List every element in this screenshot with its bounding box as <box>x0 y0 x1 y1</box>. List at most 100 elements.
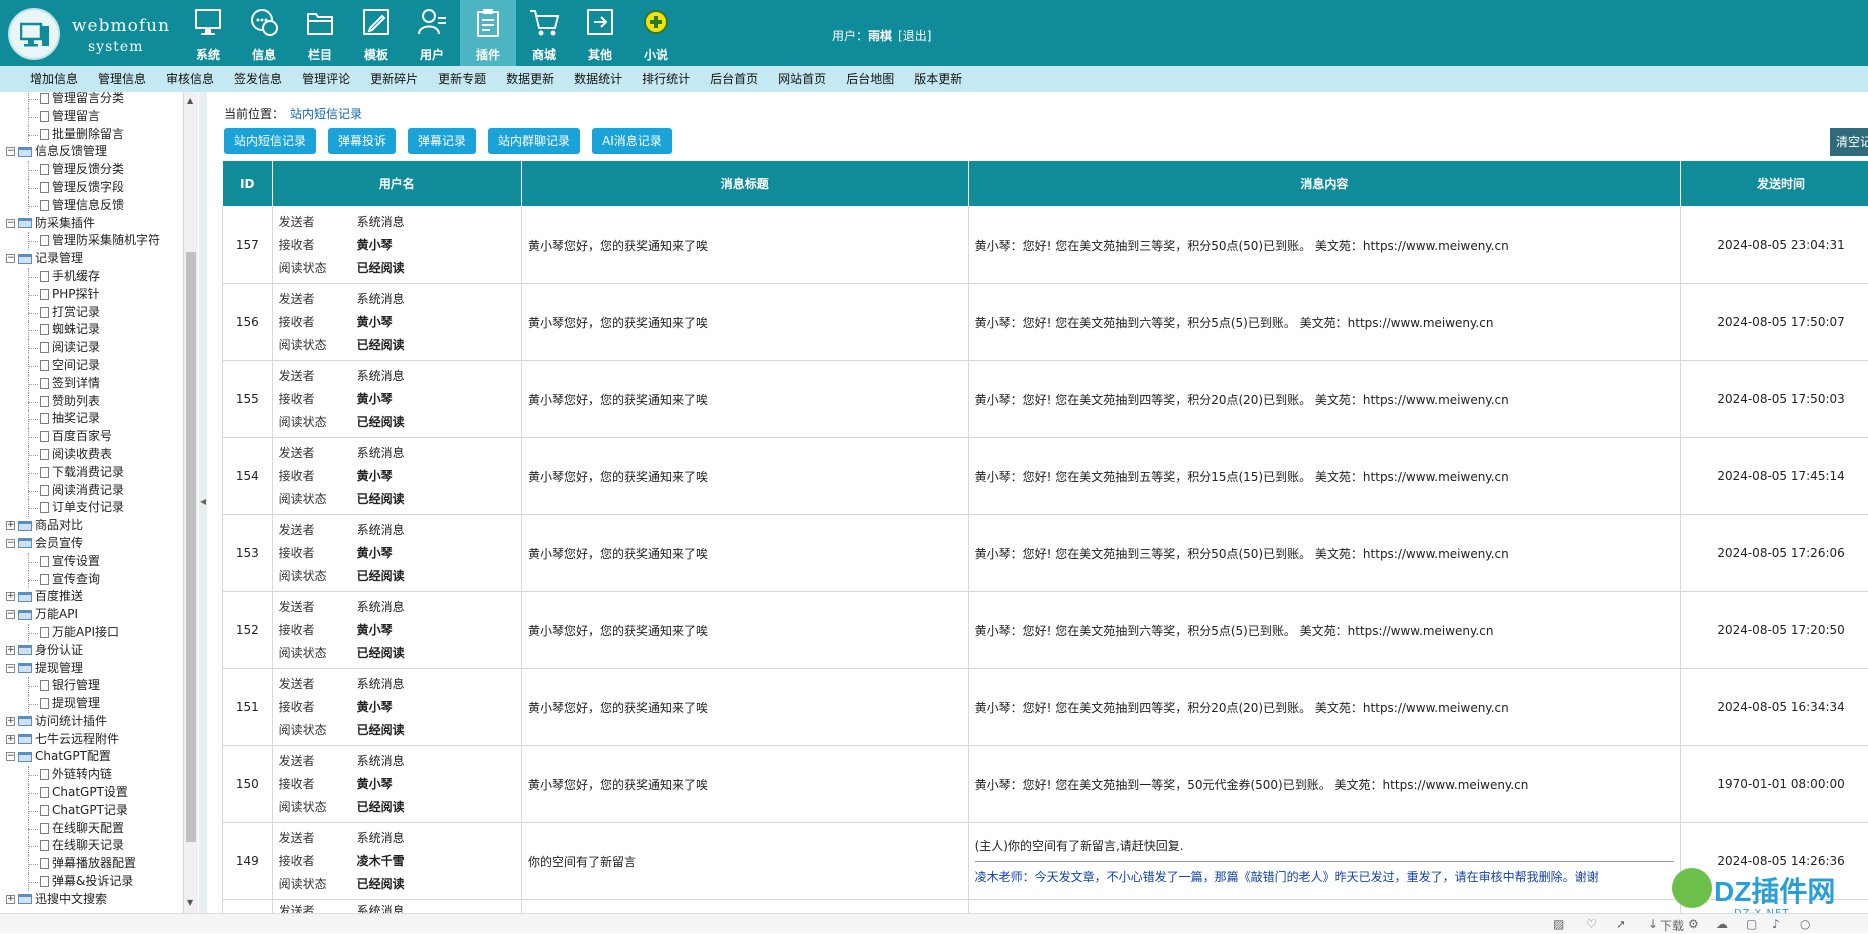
nav-monitor[interactable]: 系统 <box>180 0 236 66</box>
download-label[interactable]: 下载 <box>1660 917 1684 934</box>
tree-group[interactable]: +商品对比 <box>6 517 176 535</box>
tree-item[interactable]: 赞助列表 <box>6 393 176 411</box>
tree-item[interactable]: 管理留言 <box>6 108 176 126</box>
scroll-up-icon[interactable]: ▲ <box>187 96 193 105</box>
settings-icon[interactable]: ⚙ <box>1688 917 1699 931</box>
subnav-item[interactable]: 增加信息 <box>20 66 88 92</box>
subnav-item[interactable]: 后台首页 <box>700 66 768 92</box>
subnav-item[interactable]: 排行统计 <box>632 66 700 92</box>
subnav-item[interactable]: 数据统计 <box>564 66 632 92</box>
subnav-item[interactable]: 签发信息 <box>224 66 292 92</box>
nav-plus-badge[interactable]: 小说 <box>628 0 684 66</box>
sidebar-scrollbar[interactable]: ▲ ▼ <box>184 92 198 913</box>
breadcrumb-link[interactable]: 站内短信记录 <box>290 107 362 121</box>
expand-icon[interactable]: + <box>6 735 15 744</box>
tree-item[interactable]: 管理反馈分类 <box>6 161 176 179</box>
collapse-icon[interactable]: − <box>6 610 15 619</box>
expand-icon[interactable]: + <box>6 646 15 655</box>
tree-item[interactable]: 银行管理 <box>6 677 176 695</box>
tree-item[interactable]: PHP探针 <box>6 286 176 304</box>
tree-group[interactable]: −提现管理 <box>6 660 176 678</box>
tree-item[interactable]: 宣传设置 <box>6 553 176 571</box>
tree-item[interactable]: 手机缓存 <box>6 268 176 286</box>
heart-icon[interactable]: ♡ <box>1586 917 1597 931</box>
collapse-icon[interactable]: − <box>6 219 15 228</box>
tree-item[interactable]: ChatGPT记录 <box>6 802 176 820</box>
tree-item[interactable]: 弹幕&投诉记录 <box>6 873 176 891</box>
tree-group[interactable]: +迅搜中文搜索 <box>6 891 176 909</box>
record-type-button[interactable]: AI消息记录 <box>592 128 672 154</box>
tree-item[interactable]: 管理反馈字段 <box>6 179 176 197</box>
tree-item[interactable]: 百度百家号 <box>6 428 176 446</box>
expand-icon[interactable]: + <box>6 895 15 904</box>
tree-group[interactable]: −ChatGPT配置 <box>6 748 176 766</box>
expand-icon[interactable]: + <box>6 717 15 726</box>
collapse-icon[interactable]: − <box>6 539 15 548</box>
tree-group[interactable]: −记录管理 <box>6 250 176 268</box>
scroll-down-icon[interactable]: ▼ <box>187 898 193 907</box>
tree-item[interactable]: 批量删除留言 <box>6 126 176 144</box>
subnav-item[interactable]: 更新碎片 <box>360 66 428 92</box>
nav-cart[interactable]: 商城 <box>516 0 572 66</box>
tree-item[interactable]: 万能API接口 <box>6 624 176 642</box>
tree-item[interactable]: 抽奖记录 <box>6 410 176 428</box>
subnav-item[interactable]: 更新专题 <box>428 66 496 92</box>
subnav-item[interactable]: 管理评论 <box>292 66 360 92</box>
rocket-icon[interactable]: ➚ <box>1616 917 1626 931</box>
tree-group[interactable]: +七牛云远程附件 <box>6 731 176 749</box>
volume-icon[interactable]: ♪ <box>1772 917 1780 931</box>
subnav-item[interactable]: 网站首页 <box>768 66 836 92</box>
subnav-item[interactable]: 后台地图 <box>836 66 904 92</box>
tree-item[interactable]: 宣传查询 <box>6 571 176 589</box>
tree-item[interactable]: 外链转内链 <box>6 766 176 784</box>
nav-user[interactable]: 用户 <box>404 0 460 66</box>
sidebar-collapse-handle[interactable]: ◀ <box>199 92 207 913</box>
tree-group[interactable]: +身份认证 <box>6 642 176 660</box>
collapse-icon[interactable]: − <box>6 147 15 156</box>
record-type-button[interactable]: 站内短信记录 <box>224 128 316 154</box>
collapse-icon[interactable]: − <box>6 254 15 263</box>
nav-pen[interactable]: 模板 <box>348 0 404 66</box>
tree-item[interactable]: ChatGPT设置 <box>6 784 176 802</box>
tree-group[interactable]: −防采集插件 <box>6 215 176 233</box>
tree-group[interactable]: +百度推送 <box>6 588 176 606</box>
logout-link[interactable]: [退出] <box>898 29 931 43</box>
image-icon[interactable]: ▨ <box>1553 917 1564 931</box>
tree-item[interactable]: 空间记录 <box>6 357 176 375</box>
brand-logo[interactable]: webmofun system <box>8 8 158 60</box>
tree-item[interactable]: 在线聊天记录 <box>6 837 176 855</box>
tree-item[interactable]: 管理信息反馈 <box>6 197 176 215</box>
expand-icon[interactable]: + <box>6 592 15 601</box>
collapse-icon[interactable]: − <box>6 752 15 761</box>
tree-group[interactable]: −信息反馈管理 <box>6 143 176 161</box>
search-icon[interactable]: ○ <box>1800 917 1810 931</box>
collapse-left-icon[interactable]: ◀ <box>200 497 206 506</box>
cloud-icon[interactable]: ☁ <box>1716 917 1728 931</box>
record-type-button[interactable]: 站内群聊记录 <box>488 128 580 154</box>
download-icon[interactable]: ↓ <box>1648 917 1658 931</box>
tree-item[interactable]: 管理留言分类 <box>6 92 176 108</box>
collapse-icon[interactable]: − <box>6 664 15 673</box>
tree-item[interactable]: 阅读消费记录 <box>6 482 176 500</box>
tree-item[interactable]: 下载消费记录 <box>6 464 176 482</box>
tree-item[interactable]: 阅读收费表 <box>6 446 176 464</box>
tree-item[interactable]: 蜘蛛记录 <box>6 321 176 339</box>
window-icon[interactable]: ▢ <box>1746 917 1757 931</box>
subnav-item[interactable]: 管理信息 <box>88 66 156 92</box>
tree-item[interactable]: 管理防采集随机字符 <box>6 232 176 250</box>
expand-icon[interactable]: + <box>6 521 15 530</box>
tree-item[interactable]: 订单支付记录 <box>6 499 176 517</box>
subnav-item[interactable]: 审核信息 <box>156 66 224 92</box>
tree-group[interactable]: +访问统计插件 <box>6 713 176 731</box>
record-type-button[interactable]: 弹幕记录 <box>408 128 476 154</box>
tree-item[interactable]: 阅读记录 <box>6 339 176 357</box>
tree-group[interactable]: −会员宣传 <box>6 535 176 553</box>
subnav-item[interactable]: 数据更新 <box>496 66 564 92</box>
tree-item[interactable]: 在线聊天配置 <box>6 820 176 838</box>
clear-records-button[interactable]: 清空记 <box>1830 128 1868 156</box>
nav-folder[interactable]: 栏目 <box>292 0 348 66</box>
record-type-button[interactable]: 弹幕投诉 <box>328 128 396 154</box>
nav-chat[interactable]: 信息 <box>236 0 292 66</box>
nav-clipboard[interactable]: 插件 <box>460 0 516 66</box>
tree-item[interactable]: 签到详情 <box>6 375 176 393</box>
